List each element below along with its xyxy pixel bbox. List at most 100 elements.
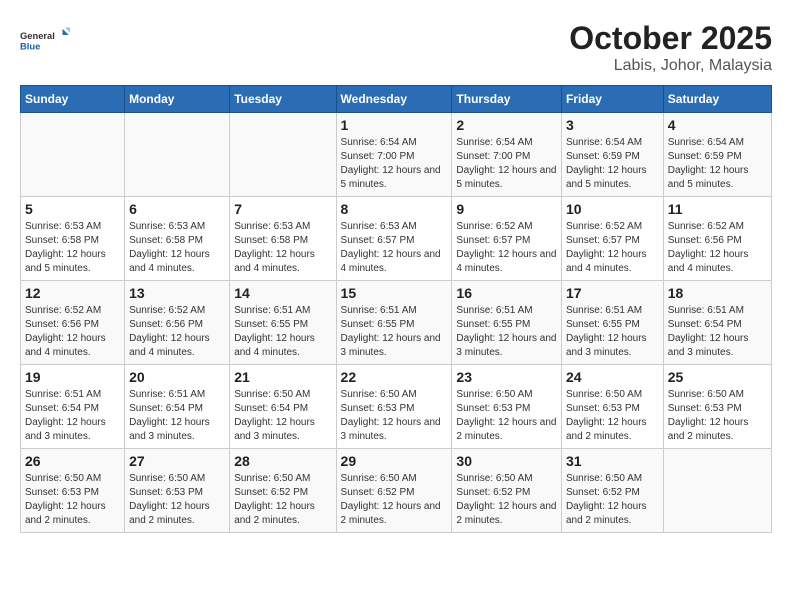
day-info: Sunrise: 6:53 AMSunset: 6:58 PMDaylight:… [25, 220, 120, 276]
day-info: Sunrise: 6:50 AMSunset: 6:53 PMDaylight:… [341, 388, 448, 444]
day-cell: 10 Sunrise: 6:52 AMSunset: 6:57 PMDaylig… [561, 197, 663, 281]
day-number: 1 [341, 117, 448, 133]
day-info: Sunrise: 6:50 AMSunset: 6:54 PMDaylight:… [234, 388, 331, 444]
day-info: Sunrise: 6:52 AMSunset: 6:57 PMDaylight:… [456, 220, 557, 276]
day-cell: 16 Sunrise: 6:51 AMSunset: 6:55 PMDaylig… [452, 281, 562, 365]
page-header: General Blue October 2025 Labis, Johor, … [20, 20, 772, 75]
day-info: Sunrise: 6:50 AMSunset: 6:53 PMDaylight:… [129, 472, 225, 528]
day-cell: 21 Sunrise: 6:50 AMSunset: 6:54 PMDaylig… [230, 365, 336, 449]
day-cell: 25 Sunrise: 6:50 AMSunset: 6:53 PMDaylig… [663, 365, 771, 449]
day-cell: 23 Sunrise: 6:50 AMSunset: 6:53 PMDaylig… [452, 365, 562, 449]
day-cell: 1 Sunrise: 6:54 AMSunset: 7:00 PMDayligh… [336, 113, 452, 197]
svg-text:General: General [20, 31, 55, 41]
day-info: Sunrise: 6:50 AMSunset: 6:52 PMDaylight:… [566, 472, 659, 528]
day-cell: 28 Sunrise: 6:50 AMSunset: 6:52 PMDaylig… [230, 449, 336, 533]
header-tuesday: Tuesday [230, 86, 336, 113]
day-number: 30 [456, 453, 557, 469]
day-cell: 8 Sunrise: 6:53 AMSunset: 6:57 PMDayligh… [336, 197, 452, 281]
header-wednesday: Wednesday [336, 86, 452, 113]
day-number: 14 [234, 285, 331, 301]
day-number: 16 [456, 285, 557, 301]
day-info: Sunrise: 6:52 AMSunset: 6:56 PMDaylight:… [668, 220, 767, 276]
day-cell [230, 113, 336, 197]
week-row-5: 26 Sunrise: 6:50 AMSunset: 6:53 PMDaylig… [21, 449, 772, 533]
day-number: 15 [341, 285, 448, 301]
logo-svg: General Blue [20, 20, 70, 60]
day-cell: 15 Sunrise: 6:51 AMSunset: 6:55 PMDaylig… [336, 281, 452, 365]
day-info: Sunrise: 6:50 AMSunset: 6:53 PMDaylight:… [456, 388, 557, 444]
day-cell: 9 Sunrise: 6:52 AMSunset: 6:57 PMDayligh… [452, 197, 562, 281]
calendar-table: Sunday Monday Tuesday Wednesday Thursday… [20, 85, 772, 533]
day-cell: 29 Sunrise: 6:50 AMSunset: 6:52 PMDaylig… [336, 449, 452, 533]
day-info: Sunrise: 6:51 AMSunset: 6:54 PMDaylight:… [25, 388, 120, 444]
day-info: Sunrise: 6:52 AMSunset: 6:56 PMDaylight:… [129, 304, 225, 360]
day-cell: 20 Sunrise: 6:51 AMSunset: 6:54 PMDaylig… [125, 365, 230, 449]
day-number: 4 [668, 117, 767, 133]
day-cell: 7 Sunrise: 6:53 AMSunset: 6:58 PMDayligh… [230, 197, 336, 281]
day-cell: 2 Sunrise: 6:54 AMSunset: 7:00 PMDayligh… [452, 113, 562, 197]
day-number: 9 [456, 201, 557, 217]
day-number: 3 [566, 117, 659, 133]
day-cell: 22 Sunrise: 6:50 AMSunset: 6:53 PMDaylig… [336, 365, 452, 449]
day-info: Sunrise: 6:51 AMSunset: 6:54 PMDaylight:… [668, 304, 767, 360]
day-cell: 4 Sunrise: 6:54 AMSunset: 6:59 PMDayligh… [663, 113, 771, 197]
day-info: Sunrise: 6:51 AMSunset: 6:55 PMDaylight:… [341, 304, 448, 360]
title-block: October 2025 Labis, Johor, Malaysia [569, 20, 772, 75]
day-cell: 12 Sunrise: 6:52 AMSunset: 6:56 PMDaylig… [21, 281, 125, 365]
page-subtitle: Labis, Johor, Malaysia [569, 57, 772, 75]
day-cell: 31 Sunrise: 6:50 AMSunset: 6:52 PMDaylig… [561, 449, 663, 533]
day-number: 31 [566, 453, 659, 469]
day-number: 26 [25, 453, 120, 469]
header-monday: Monday [125, 86, 230, 113]
day-cell: 24 Sunrise: 6:50 AMSunset: 6:53 PMDaylig… [561, 365, 663, 449]
day-cell: 11 Sunrise: 6:52 AMSunset: 6:56 PMDaylig… [663, 197, 771, 281]
day-info: Sunrise: 6:50 AMSunset: 6:53 PMDaylight:… [25, 472, 120, 528]
day-cell: 3 Sunrise: 6:54 AMSunset: 6:59 PMDayligh… [561, 113, 663, 197]
day-info: Sunrise: 6:51 AMSunset: 6:55 PMDaylight:… [234, 304, 331, 360]
day-cell: 30 Sunrise: 6:50 AMSunset: 6:52 PMDaylig… [452, 449, 562, 533]
svg-text:Blue: Blue [20, 41, 40, 51]
day-cell: 13 Sunrise: 6:52 AMSunset: 6:56 PMDaylig… [125, 281, 230, 365]
day-cell [21, 113, 125, 197]
day-info: Sunrise: 6:50 AMSunset: 6:52 PMDaylight:… [456, 472, 557, 528]
day-number: 5 [25, 201, 120, 217]
day-number: 23 [456, 369, 557, 385]
day-cell: 19 Sunrise: 6:51 AMSunset: 6:54 PMDaylig… [21, 365, 125, 449]
day-number: 8 [341, 201, 448, 217]
day-cell: 17 Sunrise: 6:51 AMSunset: 6:55 PMDaylig… [561, 281, 663, 365]
day-number: 6 [129, 201, 225, 217]
header-sunday: Sunday [21, 86, 125, 113]
page-title: October 2025 [569, 20, 772, 57]
header-friday: Friday [561, 86, 663, 113]
day-number: 17 [566, 285, 659, 301]
week-row-4: 19 Sunrise: 6:51 AMSunset: 6:54 PMDaylig… [21, 365, 772, 449]
day-cell: 18 Sunrise: 6:51 AMSunset: 6:54 PMDaylig… [663, 281, 771, 365]
day-cell: 5 Sunrise: 6:53 AMSunset: 6:58 PMDayligh… [21, 197, 125, 281]
header-thursday: Thursday [452, 86, 562, 113]
day-info: Sunrise: 6:52 AMSunset: 6:57 PMDaylight:… [566, 220, 659, 276]
week-row-1: 1 Sunrise: 6:54 AMSunset: 7:00 PMDayligh… [21, 113, 772, 197]
day-number: 19 [25, 369, 120, 385]
week-row-2: 5 Sunrise: 6:53 AMSunset: 6:58 PMDayligh… [21, 197, 772, 281]
day-info: Sunrise: 6:50 AMSunset: 6:53 PMDaylight:… [668, 388, 767, 444]
day-info: Sunrise: 6:50 AMSunset: 6:52 PMDaylight:… [234, 472, 331, 528]
day-info: Sunrise: 6:54 AMSunset: 7:00 PMDaylight:… [341, 136, 448, 192]
day-info: Sunrise: 6:53 AMSunset: 6:58 PMDaylight:… [234, 220, 331, 276]
day-cell: 6 Sunrise: 6:53 AMSunset: 6:58 PMDayligh… [125, 197, 230, 281]
day-cell: 27 Sunrise: 6:50 AMSunset: 6:53 PMDaylig… [125, 449, 230, 533]
day-info: Sunrise: 6:54 AMSunset: 6:59 PMDaylight:… [668, 136, 767, 192]
day-number: 22 [341, 369, 448, 385]
day-number: 12 [25, 285, 120, 301]
logo: General Blue [20, 20, 70, 60]
day-number: 7 [234, 201, 331, 217]
day-info: Sunrise: 6:50 AMSunset: 6:53 PMDaylight:… [566, 388, 659, 444]
day-number: 20 [129, 369, 225, 385]
day-number: 24 [566, 369, 659, 385]
day-info: Sunrise: 6:53 AMSunset: 6:58 PMDaylight:… [129, 220, 225, 276]
day-cell [125, 113, 230, 197]
day-info: Sunrise: 6:51 AMSunset: 6:55 PMDaylight:… [566, 304, 659, 360]
day-info: Sunrise: 6:50 AMSunset: 6:52 PMDaylight:… [341, 472, 448, 528]
day-number: 13 [129, 285, 225, 301]
day-info: Sunrise: 6:52 AMSunset: 6:56 PMDaylight:… [25, 304, 120, 360]
day-number: 11 [668, 201, 767, 217]
